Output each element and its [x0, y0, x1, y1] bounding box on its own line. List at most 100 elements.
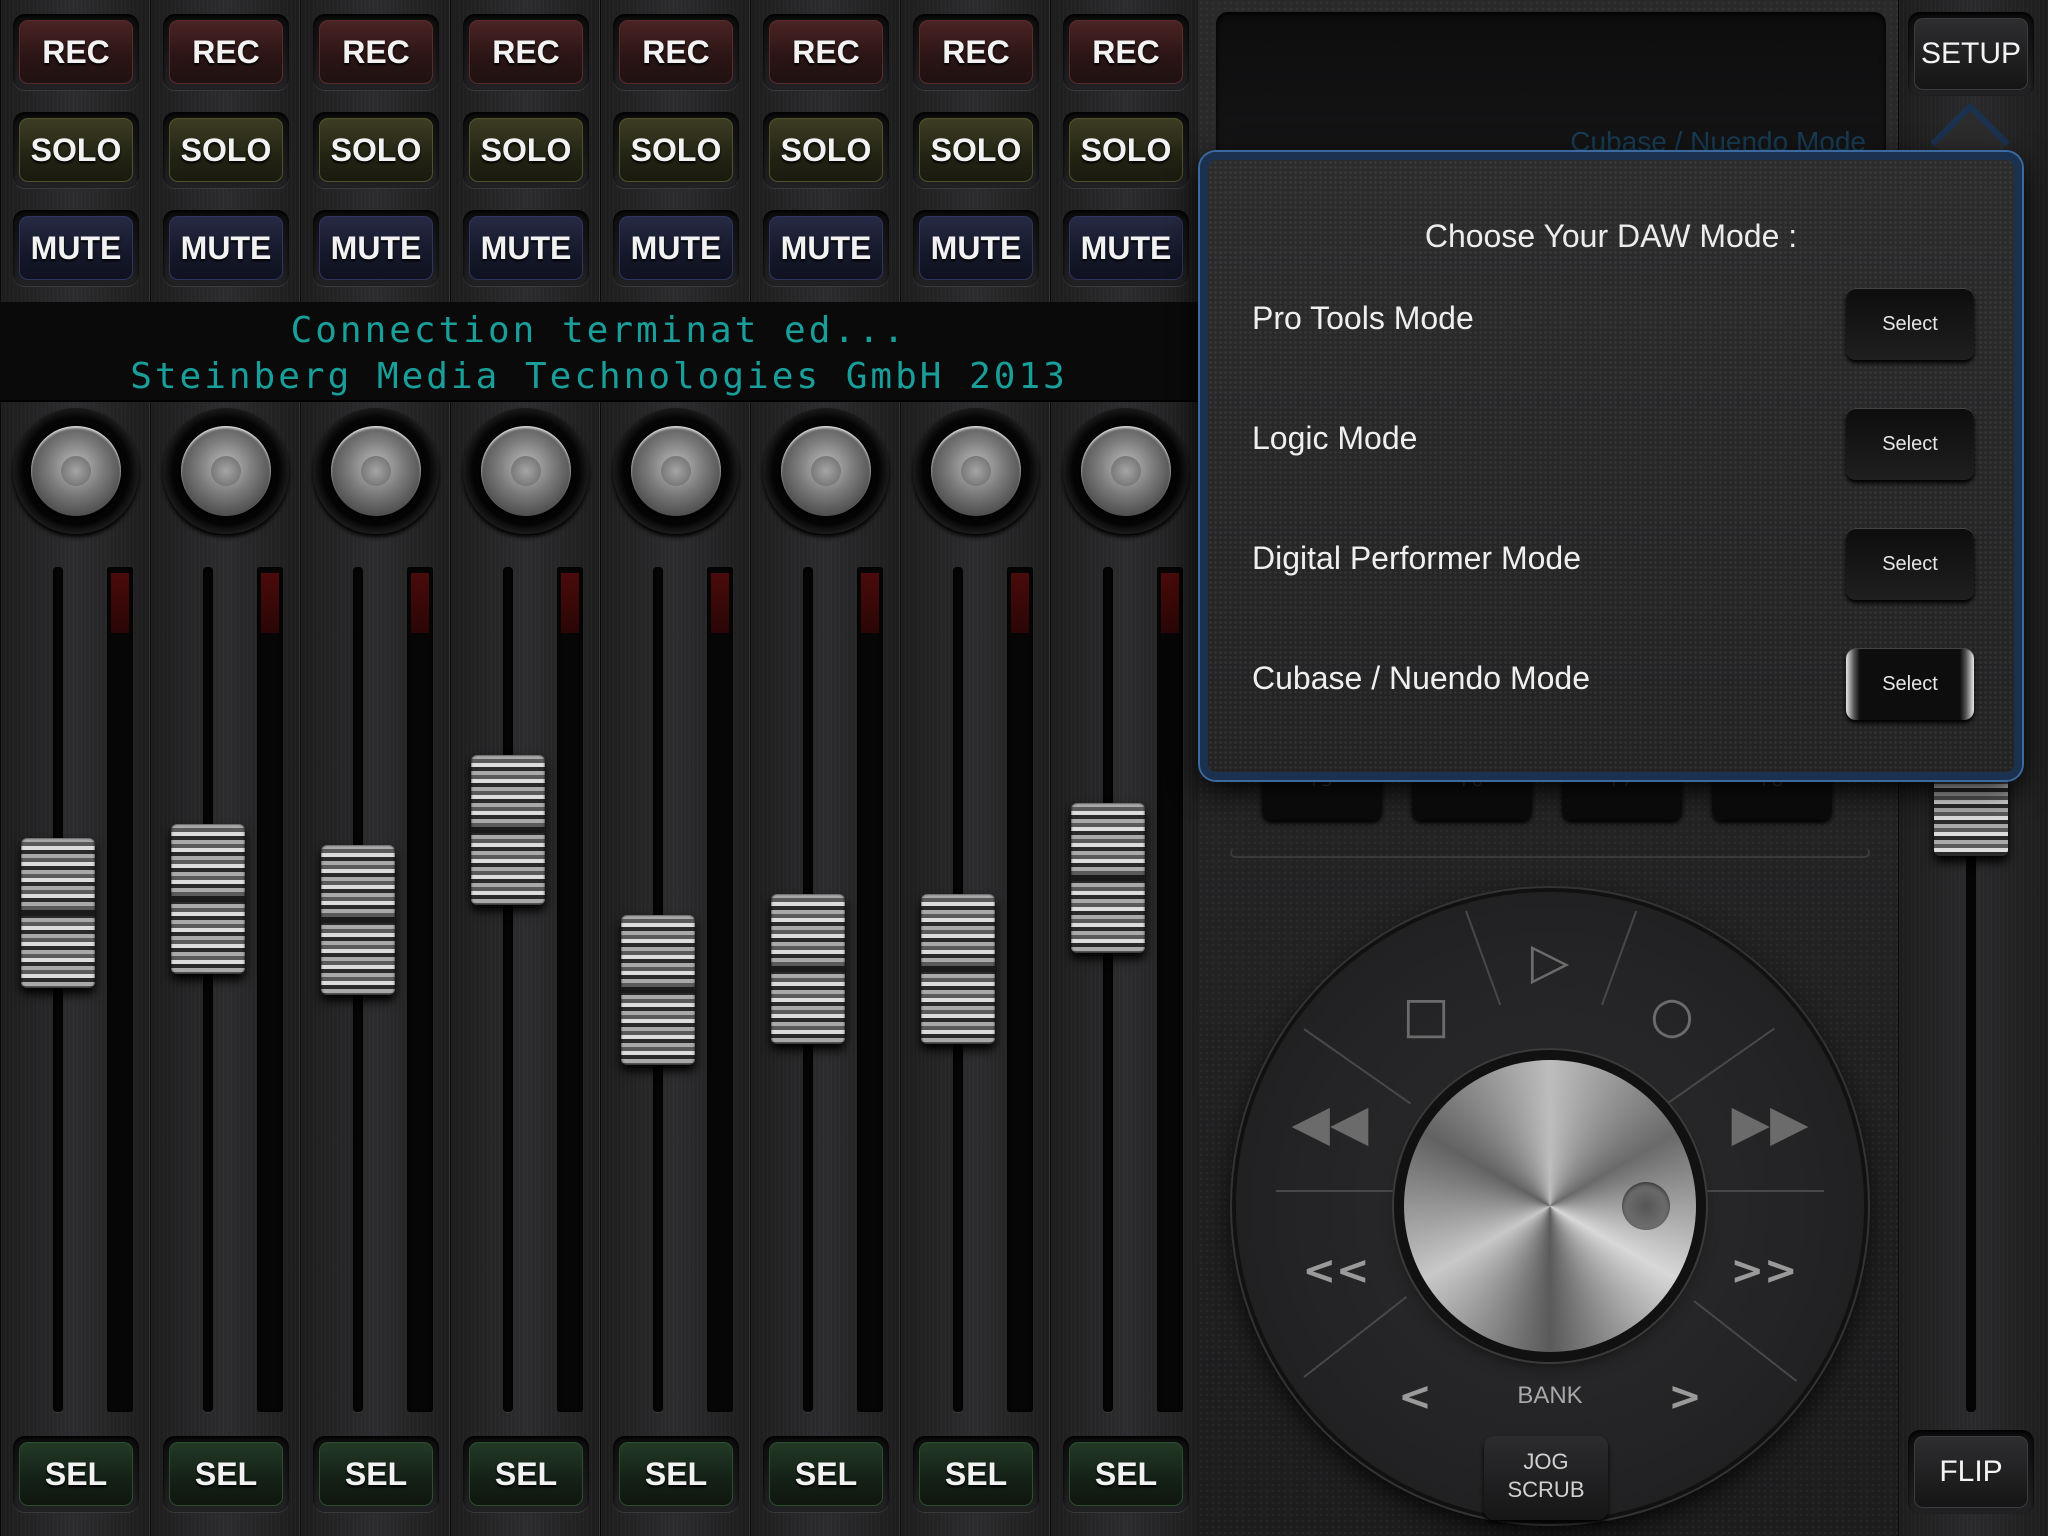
mute-button[interactable]: MUTE — [163, 210, 289, 286]
rec-button-label: REC — [1069, 20, 1183, 84]
solo-button[interactable]: SOLO — [313, 112, 439, 188]
record-icon[interactable]: ○ — [1642, 986, 1702, 1044]
jog-scrub-button[interactable]: JOG SCRUB — [1484, 1436, 1608, 1520]
channel-fader[interactable] — [1071, 803, 1145, 954]
mute-button[interactable]: MUTE — [313, 210, 439, 286]
solo-button[interactable]: SOLO — [163, 112, 289, 188]
jog-dial[interactable] — [1404, 1060, 1696, 1352]
rec-button[interactable]: REC — [763, 14, 889, 90]
rec-button-label: REC — [919, 20, 1033, 84]
mute-button-label: MUTE — [769, 216, 883, 280]
rec-button[interactable]: REC — [613, 14, 739, 90]
rec-button[interactable]: REC — [1063, 14, 1189, 90]
solo-button-label: SOLO — [919, 118, 1033, 182]
setup-button[interactable]: SETUP — [1908, 12, 2034, 96]
daw-mode-popup: Choose Your DAW Mode : Pro Tools Mode Sel… — [1200, 152, 2022, 780]
fast-forward-icon[interactable]: ▶▶ — [1730, 1094, 1810, 1152]
pan-knob[interactable] — [481, 426, 571, 516]
sel-button-label: SEL — [169, 1442, 283, 1506]
rec-button[interactable]: REC — [313, 14, 439, 90]
solo-button[interactable]: SOLO — [613, 112, 739, 188]
mute-button-label: MUTE — [469, 216, 583, 280]
channel-fader[interactable] — [171, 824, 245, 975]
channel-prev-button[interactable]: < — [1390, 1374, 1440, 1420]
sel-button-label: SEL — [619, 1442, 733, 1506]
channel-strip: REC SOLO MUTE SEL — [150, 0, 300, 1536]
mute-button[interactable]: MUTE — [763, 210, 889, 286]
mute-button[interactable]: MUTE — [913, 210, 1039, 286]
sel-button[interactable]: SEL — [163, 1436, 289, 1512]
rec-button-label: REC — [619, 20, 733, 84]
mode-label: Logic Mode — [1252, 420, 1418, 456]
channel-strip: REC SOLO MUTE SEL — [750, 0, 900, 1536]
pan-knob[interactable] — [781, 426, 871, 516]
mute-button[interactable]: MUTE — [1063, 210, 1189, 286]
rec-button[interactable]: REC — [13, 14, 139, 90]
solo-button-label: SOLO — [769, 118, 883, 182]
pan-knob-well — [13, 408, 139, 534]
bank-next-button[interactable]: >> — [1724, 1248, 1804, 1294]
channel-next-button[interactable]: > — [1660, 1374, 1710, 1420]
solo-button[interactable]: SOLO — [463, 112, 589, 188]
select-mode-button[interactable]: Select — [1846, 288, 1974, 360]
jog-wheel[interactable]: □ ▷ ○ ◀◀ ▶▶ << >> < > BANK JOG SCRUB — [1236, 892, 1864, 1520]
solo-button[interactable]: SOLO — [913, 112, 1039, 188]
solo-button-label: SOLO — [169, 118, 283, 182]
sel-button-label: SEL — [919, 1442, 1033, 1506]
pan-knob[interactable] — [331, 426, 421, 516]
select-mode-button[interactable]: Select — [1846, 408, 1974, 480]
pan-knob-well — [613, 408, 739, 534]
channel-fader[interactable] — [471, 754, 545, 905]
pan-knob-well — [163, 408, 289, 534]
bank-prev-button[interactable]: << — [1296, 1248, 1376, 1294]
channel-fader[interactable] — [21, 838, 95, 989]
pan-knob[interactable] — [931, 426, 1021, 516]
solo-button-label: SOLO — [469, 118, 583, 182]
rec-button[interactable]: REC — [463, 14, 589, 90]
wheel-divider — [1303, 1028, 1412, 1105]
pan-knob[interactable] — [1081, 426, 1171, 516]
master-fader[interactable] — [1934, 776, 2008, 856]
stop-icon[interactable]: □ — [1396, 986, 1456, 1044]
select-mode-button[interactable]: Select — [1846, 648, 1974, 720]
sel-button[interactable]: SEL — [1063, 1436, 1189, 1512]
solo-button-label: SOLO — [1069, 118, 1183, 182]
pan-knob[interactable] — [181, 426, 271, 516]
panel-divider — [1230, 848, 1870, 858]
solo-button[interactable]: SOLO — [1063, 112, 1189, 188]
solo-button[interactable]: SOLO — [13, 112, 139, 188]
channel-fader[interactable] — [921, 893, 995, 1044]
channel-strip: REC SOLO MUTE SEL — [450, 0, 600, 1536]
rewind-icon[interactable]: ◀◀ — [1290, 1094, 1370, 1152]
pan-knob[interactable] — [31, 426, 121, 516]
play-icon[interactable]: ▷ — [1520, 932, 1580, 990]
solo-button-label: SOLO — [319, 118, 433, 182]
rec-button[interactable]: REC — [913, 14, 1039, 90]
select-mode-button[interactable]: Select — [1846, 528, 1974, 600]
channel-fader[interactable] — [771, 893, 845, 1044]
mute-button[interactable]: MUTE — [13, 210, 139, 286]
sel-button[interactable]: SEL — [463, 1436, 589, 1512]
sel-button[interactable]: SEL — [763, 1436, 889, 1512]
mute-button-label: MUTE — [19, 216, 133, 280]
solo-button[interactable]: SOLO — [763, 112, 889, 188]
rec-button-label: REC — [19, 20, 133, 84]
solo-button-label: SOLO — [619, 118, 733, 182]
wheel-divider — [1303, 1296, 1408, 1378]
mute-button[interactable]: MUTE — [463, 210, 589, 286]
jog-dial-dimple — [1622, 1182, 1670, 1230]
sel-button[interactable]: SEL — [13, 1436, 139, 1512]
channel-fader[interactable] — [621, 914, 695, 1065]
fader-track — [203, 567, 213, 1412]
sel-button-label: SEL — [469, 1442, 583, 1506]
sel-button[interactable]: SEL — [913, 1436, 1039, 1512]
pan-knob[interactable] — [631, 426, 721, 516]
lcd-line-1: Connection terminat ed... — [290, 310, 908, 351]
flip-button[interactable]: FLIP — [1908, 1430, 2034, 1514]
sel-button[interactable]: SEL — [613, 1436, 739, 1512]
channel-fader[interactable] — [321, 845, 395, 995]
mute-button[interactable]: MUTE — [613, 210, 739, 286]
pan-knob-well — [1063, 408, 1189, 534]
sel-button[interactable]: SEL — [313, 1436, 439, 1512]
rec-button[interactable]: REC — [163, 14, 289, 90]
